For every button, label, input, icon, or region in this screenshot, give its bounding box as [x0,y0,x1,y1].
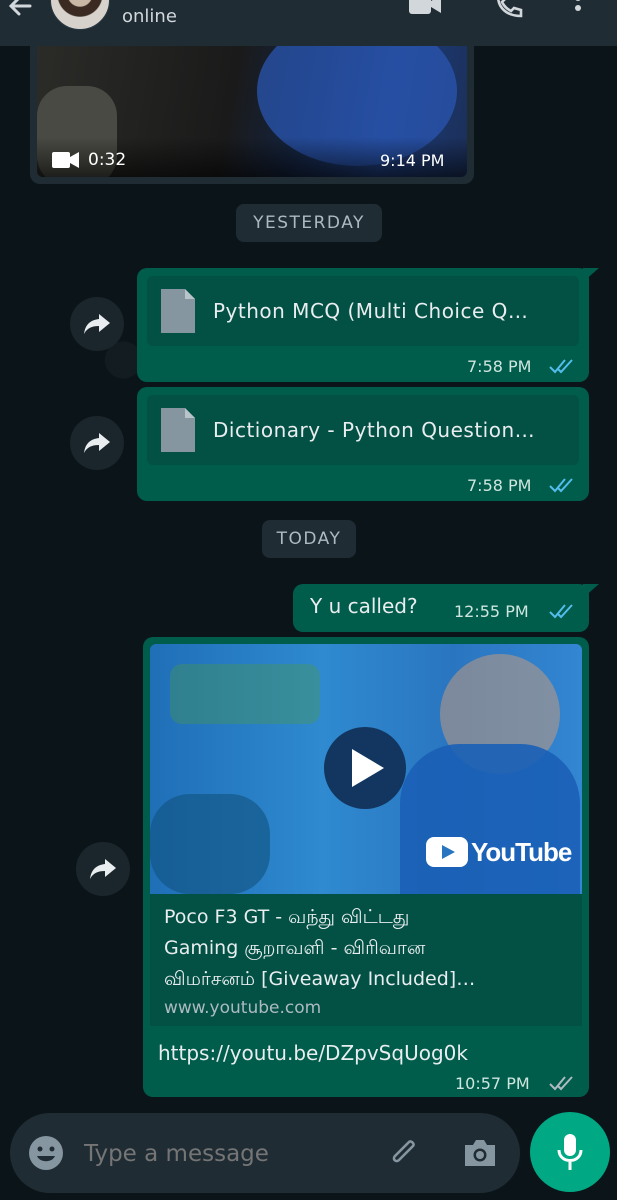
document-attachment[interactable]: Python MCQ (Multi Choice Q… [147,276,579,346]
message-time: 9:14 PM [380,151,445,170]
date-chip-yesterday: YESTERDAY [236,204,382,242]
youtube-brand: YouTube [471,837,572,867]
read-ticks-icon [549,604,573,619]
attach-icon[interactable] [386,1135,422,1171]
bubble-tail [583,268,599,282]
link-title-line: Gaming சூறாவளி - விரிவான [164,937,426,959]
document-message[interactable]: Dictionary - Python Question… 7:58 PM [137,387,589,501]
avatar[interactable] [50,0,110,30]
chat-header: online [0,0,617,46]
document-name: Dictionary - Python Question… [213,418,536,442]
read-ticks-icon [549,478,573,493]
message-composer [10,1113,520,1193]
message-time: 7:58 PM [467,476,532,495]
link-preview-details[interactable]: Poco F3 GT - வந்து விட்டது Gaming சூறாவள… [150,894,582,1026]
forward-button[interactable] [76,842,130,896]
link-thumbnail[interactable]: YouTube [150,644,582,894]
play-button[interactable] [324,727,406,809]
youtube-logo-icon [426,837,468,867]
link-message[interactable]: YouTube Poco F3 GT - வந்து விட்டது Gamin… [143,637,589,1097]
play-icon [352,749,384,787]
message-input[interactable] [82,1133,376,1175]
video-camera-icon [52,152,79,168]
more-vert-icon[interactable] [572,0,584,18]
date-chip-today: TODAY [262,520,356,558]
forward-icon [84,433,110,453]
link-title-line: விமர்சனம் [Giveaway Included]… [164,968,476,990]
voice-message-button[interactable] [530,1112,610,1192]
emoji-icon[interactable] [28,1135,64,1171]
contact-status: online [122,6,177,27]
message-text: Y u called? [310,594,418,618]
document-icon [161,289,195,333]
forward-icon [90,859,116,879]
link-domain: www.youtube.com [164,998,322,1018]
back-arrow-icon[interactable] [6,0,34,20]
camera-icon[interactable] [462,1137,498,1169]
link-title-line: Poco F3 GT - வந்து விட்டது [164,906,410,928]
video-message[interactable]: 0:32 9:14 PM [30,46,474,184]
phone-icon[interactable] [495,0,525,18]
video-duration: 0:32 [88,150,127,170]
document-icon [161,408,195,452]
document-name: Python MCQ (Multi Choice Q… [213,299,529,323]
message-time: 7:58 PM [467,357,532,376]
text-message[interactable]: Y u called? 12:55 PM [293,584,599,632]
microphone-icon [557,1134,583,1170]
delivered-ticks-icon [549,1076,573,1091]
message-time: 10:57 PM [455,1074,530,1093]
document-message[interactable]: Python MCQ (Multi Choice Q… 7:58 PM [137,268,599,382]
read-ticks-icon [549,359,573,374]
bubble-tail [583,584,599,598]
forward-icon [84,314,110,334]
document-attachment[interactable]: Dictionary - Python Question… [147,395,579,465]
link-url[interactable]: https://youtu.be/DZpvSqUog0k [158,1041,468,1065]
message-time: 12:55 PM [454,602,529,621]
video-call-icon[interactable] [407,0,443,20]
forward-button[interactable] [70,297,124,351]
link-title: Poco F3 GT - வந்து விட்டது Gaming சூறாவள… [164,902,574,995]
forward-button[interactable] [70,416,124,470]
